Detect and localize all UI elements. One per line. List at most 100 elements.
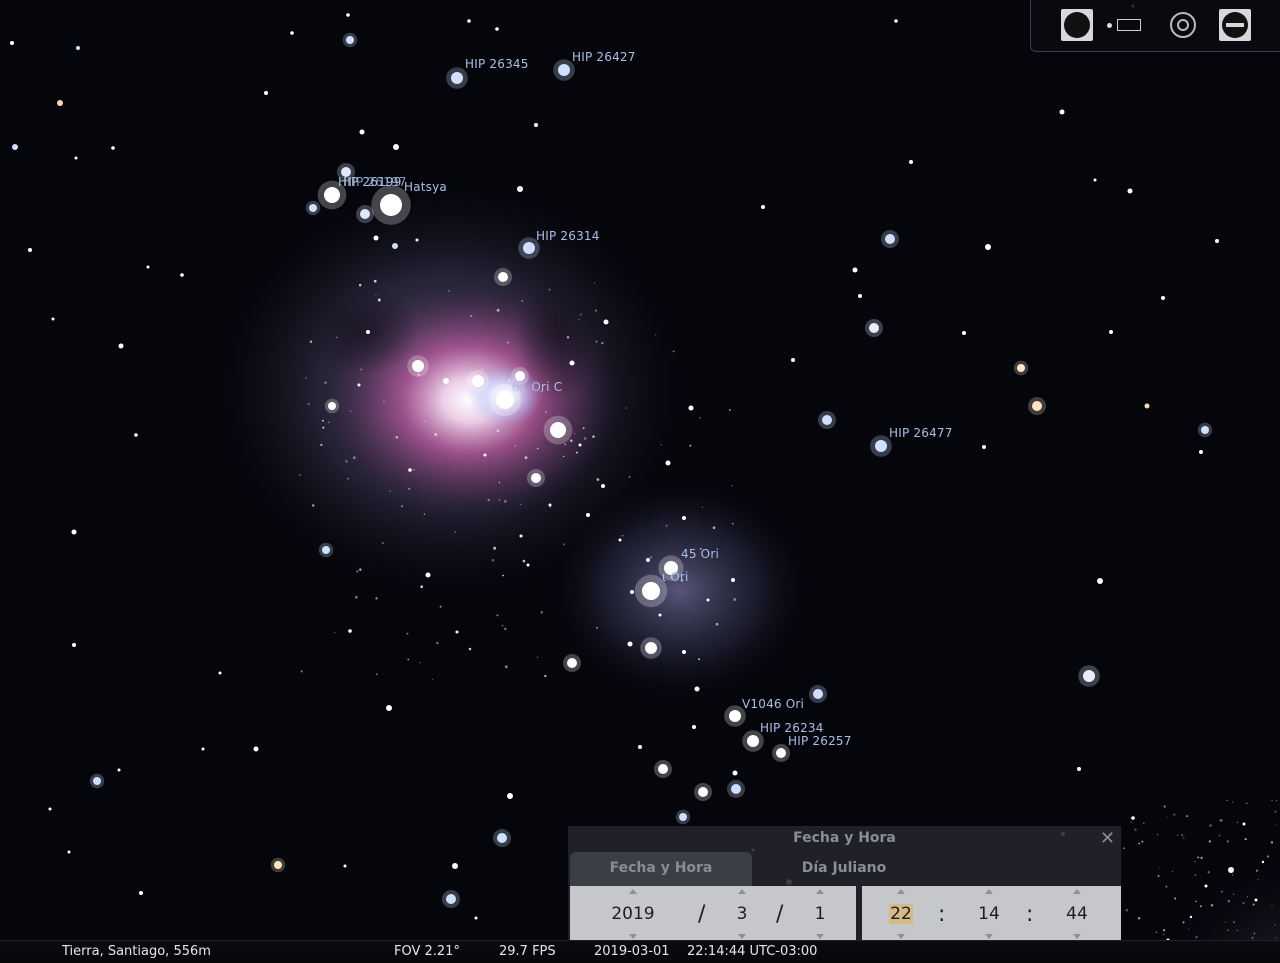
star[interactable] — [731, 784, 741, 794]
star[interactable] — [517, 186, 523, 192]
star[interactable] — [72, 643, 76, 647]
star[interactable] — [274, 861, 282, 869]
star[interactable] — [985, 244, 991, 250]
star[interactable] — [180, 273, 184, 277]
star[interactable] — [875, 440, 887, 452]
star[interactable] — [1131, 816, 1135, 820]
star[interactable] — [93, 777, 101, 785]
star-label[interactable]: 45 Ori — [681, 547, 719, 561]
star[interactable] — [1204, 884, 1208, 888]
star[interactable] — [1077, 767, 1081, 771]
star[interactable] — [507, 793, 513, 799]
star[interactable] — [858, 294, 862, 298]
star[interactable] — [48, 807, 52, 811]
minute-spinner[interactable]: 14 — [968, 886, 1010, 942]
star[interactable] — [885, 234, 895, 244]
moon-icon[interactable] — [1061, 9, 1093, 41]
up-arrow-icon[interactable] — [816, 889, 824, 894]
up-arrow-icon[interactable] — [738, 889, 746, 894]
star[interactable] — [1228, 867, 1234, 873]
star[interactable] — [111, 146, 115, 150]
star[interactable] — [1127, 188, 1133, 194]
star[interactable] — [452, 863, 458, 869]
star-label[interactable]: θ1 Ori C — [512, 380, 562, 394]
star[interactable] — [894, 19, 898, 23]
star[interactable] — [1097, 578, 1103, 584]
second-spinner[interactable]: 44 — [1056, 886, 1098, 942]
star[interactable] — [412, 360, 424, 372]
star[interactable] — [57, 100, 63, 106]
year-spinner[interactable]: 2019 — [590, 886, 676, 942]
star[interactable] — [425, 572, 431, 578]
star[interactable] — [603, 319, 609, 325]
star[interactable] — [731, 578, 735, 582]
star[interactable] — [28, 248, 32, 252]
star[interactable] — [328, 402, 336, 410]
star[interactable] — [443, 378, 449, 384]
star[interactable] — [1189, 915, 1193, 919]
star[interactable] — [51, 317, 55, 321]
star[interactable] — [688, 405, 694, 411]
star[interactable] — [692, 725, 696, 729]
star-label[interactable]: Hatsya — [404, 180, 447, 194]
close-icon[interactable]: ✕ — [1100, 828, 1115, 849]
star[interactable] — [638, 745, 642, 749]
star-label[interactable]: HIP 26477 — [889, 426, 953, 440]
down-arrow-icon[interactable] — [1073, 934, 1081, 939]
star[interactable] — [393, 144, 399, 150]
star[interactable] — [360, 209, 370, 219]
star[interactable] — [1201, 426, 1209, 434]
star[interactable] — [558, 64, 570, 76]
wrench-icon[interactable] — [1219, 9, 1251, 41]
star-label[interactable]: HIP 26427 — [572, 50, 636, 64]
star[interactable] — [1215, 239, 1219, 243]
star[interactable] — [392, 243, 398, 249]
star[interactable] — [698, 787, 708, 797]
year-value[interactable]: 2019 — [590, 904, 676, 924]
star[interactable] — [357, 383, 361, 387]
star[interactable] — [1083, 670, 1095, 682]
star-label[interactable]: ι Ori — [662, 570, 689, 584]
star[interactable] — [852, 267, 858, 273]
star[interactable] — [732, 770, 738, 776]
star[interactable] — [909, 160, 913, 164]
star[interactable] — [498, 272, 508, 282]
star[interactable] — [526, 563, 530, 567]
star[interactable] — [567, 658, 577, 668]
star[interactable] — [76, 46, 80, 50]
star-label[interactable]: HIP 26234 — [760, 721, 824, 735]
star[interactable] — [1017, 364, 1025, 372]
location-text[interactable]: Tierra, Santiago, 556m — [62, 944, 211, 959]
star[interactable] — [642, 582, 660, 600]
down-arrow-icon[interactable] — [897, 934, 905, 939]
star-label[interactable]: HIP 26345 — [465, 57, 529, 71]
star[interactable] — [586, 513, 590, 517]
star[interactable] — [309, 204, 317, 212]
star[interactable] — [706, 598, 710, 602]
star[interactable] — [146, 265, 150, 269]
star[interactable] — [10, 41, 14, 45]
star[interactable] — [665, 460, 671, 466]
star[interactable] — [380, 194, 402, 216]
star[interactable] — [534, 123, 538, 127]
star-label[interactable]: HIP 26197 — [343, 175, 407, 189]
star[interactable] — [322, 546, 330, 554]
star[interactable] — [682, 650, 686, 654]
star[interactable] — [1059, 109, 1065, 115]
up-arrow-icon[interactable] — [897, 889, 905, 894]
star[interactable] — [776, 748, 786, 758]
star[interactable] — [1199, 450, 1203, 454]
up-arrow-icon[interactable] — [1073, 889, 1081, 894]
star[interactable] — [253, 746, 259, 752]
star[interactable] — [472, 375, 484, 387]
star[interactable] — [1261, 860, 1265, 864]
star[interactable] — [1161, 296, 1165, 300]
star[interactable] — [446, 894, 456, 904]
star[interactable] — [451, 72, 463, 84]
star[interactable] — [1093, 178, 1097, 182]
down-arrow-icon[interactable] — [738, 934, 746, 939]
star[interactable] — [729, 710, 741, 722]
hour-value[interactable]: 22 — [889, 904, 913, 924]
minute-value[interactable]: 14 — [968, 904, 1010, 924]
star[interactable] — [646, 558, 650, 562]
